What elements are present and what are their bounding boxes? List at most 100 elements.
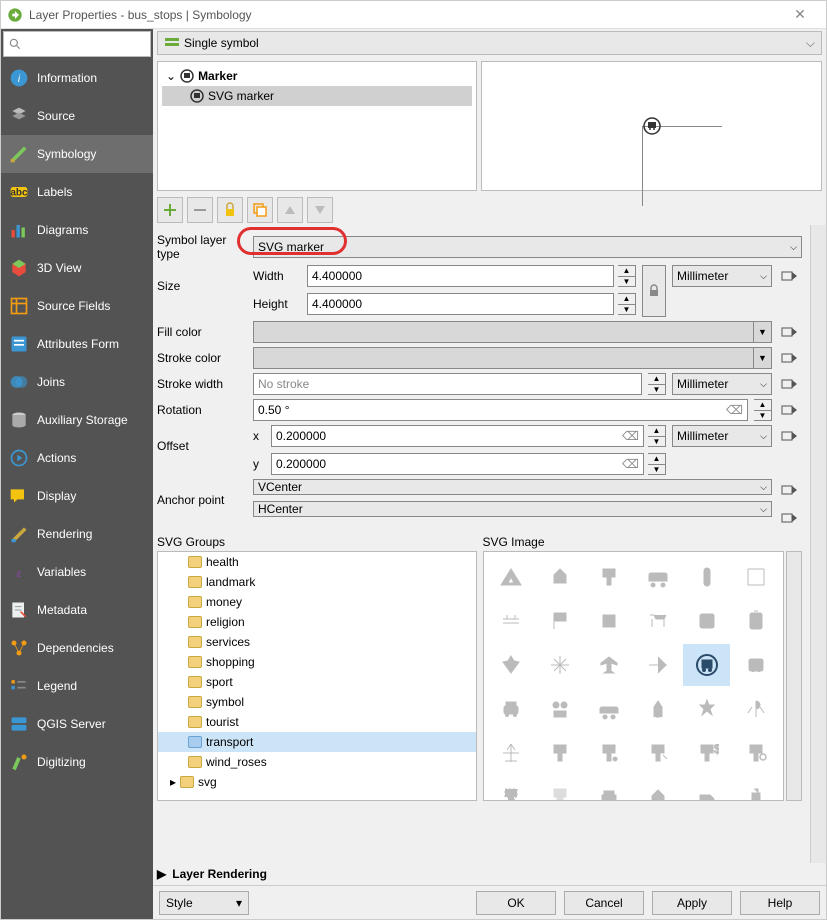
sidebar-item-variables[interactable]: εVariables <box>1 553 153 591</box>
offset-x-spinner[interactable]: ▲▼ <box>648 425 666 447</box>
folder-health[interactable]: health <box>158 552 476 572</box>
apply-button[interactable]: Apply <box>652 891 732 915</box>
bottom-bar: Style▾ OK Cancel Apply Help <box>153 885 826 919</box>
cancel-button[interactable]: Cancel <box>564 891 644 915</box>
renderer-dropdown[interactable]: Single symbol ⌵ <box>157 31 822 55</box>
expand-icon[interactable]: ⌄ <box>166 69 176 83</box>
sidebar-item-3dview[interactable]: 3D View <box>1 249 153 287</box>
tree-child[interactable]: SVG marker <box>162 86 472 106</box>
move-up-button[interactable] <box>277 197 303 223</box>
3dview-icon <box>9 258 29 278</box>
labels-icon: abc <box>9 182 29 202</box>
sidebar-item-legend[interactable]: Legend <box>1 667 153 705</box>
duplicate-layer-button[interactable] <box>247 197 273 223</box>
svg-image-label: SVG Image <box>483 535 803 549</box>
sidebar-item-qgisserver[interactable]: QGIS Server <box>1 705 153 743</box>
sidebar-search[interactable] <box>3 31 151 57</box>
source-icon <box>9 106 29 126</box>
remove-layer-button[interactable] <box>187 197 213 223</box>
single-symbol-icon <box>164 36 180 50</box>
sidebar-item-sourcefields[interactable]: Source Fields <box>1 287 153 325</box>
metadata-icon <box>9 600 29 620</box>
size-unit-combo[interactable]: Millimeter⌵ <box>672 265 772 287</box>
width-input[interactable]: 4.400000 <box>307 265 614 287</box>
legend-icon <box>9 676 29 696</box>
folder-landmark[interactable]: landmark <box>158 572 476 592</box>
sidebar-item-digitizing[interactable]: Digitizing <box>1 743 153 781</box>
folder-services[interactable]: services <box>158 632 476 652</box>
sidebar-item-joins[interactable]: Joins <box>1 363 153 401</box>
stroke-unit-combo[interactable]: Millimeter⌵ <box>672 373 772 395</box>
offset-unit-combo[interactable]: Millimeter⌵ <box>672 425 772 447</box>
offset-y-input[interactable]: 0.200000⌫ <box>271 453 644 475</box>
folder-symbol[interactable]: symbol <box>158 692 476 712</box>
sidebar-item-symbology[interactable]: Symbology <box>1 135 153 173</box>
width-spinner[interactable]: ▲▼ <box>618 265 636 287</box>
sidebar-item-display[interactable]: Display <box>1 477 153 515</box>
svg-text:abc: abc <box>10 187 28 198</box>
folder-transport[interactable]: transport <box>158 732 476 752</box>
qgis-icon <box>7 7 23 23</box>
layer-type-combo[interactable]: SVG marker ⌵ <box>253 236 802 258</box>
sidebar-item-rendering[interactable]: Rendering <box>1 515 153 553</box>
folder-sport[interactable]: sport <box>158 672 476 692</box>
anchor-h-datadef[interactable] <box>778 507 802 529</box>
style-menu[interactable]: Style▾ <box>159 891 249 915</box>
stroke-width-spinner[interactable]: ▲▼ <box>648 373 666 395</box>
stroke-color[interactable]: ▼ <box>253 347 772 369</box>
anchor-v-combo[interactable]: VCenter⌵ <box>253 479 772 495</box>
folder-shopping[interactable]: shopping <box>158 652 476 672</box>
offset-x-input[interactable]: 0.200000⌫ <box>271 425 644 447</box>
help-button[interactable]: Help <box>740 891 820 915</box>
sidebar-item-attributesform[interactable]: Attributes Form <box>1 325 153 363</box>
sidebar-item-source[interactable]: Source <box>1 97 153 135</box>
lock-icon <box>647 284 661 298</box>
folder-tourist[interactable]: tourist <box>158 712 476 732</box>
rotation-spinner[interactable]: ▲▼ <box>754 399 772 421</box>
diagrams-icon <box>9 220 29 240</box>
ok-button[interactable]: OK <box>476 891 556 915</box>
folder-svg-root[interactable]: ▸svg <box>158 772 476 792</box>
move-down-button[interactable] <box>307 197 333 223</box>
fill-color[interactable]: ▼ <box>253 321 772 343</box>
folder-wind_roses[interactable]: wind_roses <box>158 752 476 772</box>
sidebar-item-metadata[interactable]: Metadata <box>1 591 153 629</box>
aspect-lock[interactable] <box>642 265 666 317</box>
tree-root[interactable]: ⌄ Marker <box>162 66 472 86</box>
height-spinner[interactable]: ▲▼ <box>618 293 636 315</box>
sidebar-item-labels[interactable]: abcLabels <box>1 173 153 211</box>
close-button[interactable]: ✕ <box>780 6 820 23</box>
layer-rendering-section[interactable]: ▶ Layer Rendering <box>153 863 826 885</box>
sidebar-item-auxstorage[interactable]: Auxiliary Storage <box>1 401 153 439</box>
svg-grid-scrollbar[interactable] <box>786 551 802 801</box>
symbol-tree[interactable]: ⌄ Marker SVG marker <box>157 61 477 191</box>
anchor-h-combo[interactable]: HCenter⌵ <box>253 501 772 517</box>
sidebar-item-diagrams[interactable]: Diagrams <box>1 211 153 249</box>
lock-layer-button[interactable] <box>217 197 243 223</box>
anchor-v-datadef[interactable] <box>778 479 802 501</box>
svg-image-grid[interactable]: $ <box>483 551 785 801</box>
folder-religion[interactable]: religion <box>158 612 476 632</box>
height-input[interactable]: 4.400000 <box>307 293 614 315</box>
offset-y-spinner[interactable]: ▲▼ <box>648 453 666 475</box>
sourcefields-icon <box>9 296 29 316</box>
sidebar-item-information[interactable]: iInformation <box>1 59 153 97</box>
size-datadef[interactable] <box>778 265 802 287</box>
svg-groups-list[interactable]: healthlandmarkmoneyreligionservicesshopp… <box>157 551 477 801</box>
marker-preview-icon <box>180 69 194 83</box>
folder-money[interactable]: money <box>158 592 476 612</box>
stroke-width-input[interactable]: No stroke <box>253 373 642 395</box>
offset-datadef[interactable] <box>778 425 802 447</box>
add-layer-button[interactable] <box>157 197 183 223</box>
fill-datadef[interactable] <box>778 321 802 343</box>
symbol-preview <box>481 61 822 191</box>
stroke-datadef[interactable] <box>778 347 802 369</box>
expand-icon: ▶ <box>157 867 166 881</box>
rotation-input[interactable]: 0.50 °⌫ <box>253 399 748 421</box>
main-scrollbar[interactable] <box>810 225 826 863</box>
rotation-datadef[interactable] <box>778 399 802 421</box>
sidebar-item-actions[interactable]: Actions <box>1 439 153 477</box>
rendering-icon <box>9 524 29 544</box>
sidebar-item-dependencies[interactable]: Dependencies <box>1 629 153 667</box>
strokewidth-datadef[interactable] <box>778 373 802 395</box>
